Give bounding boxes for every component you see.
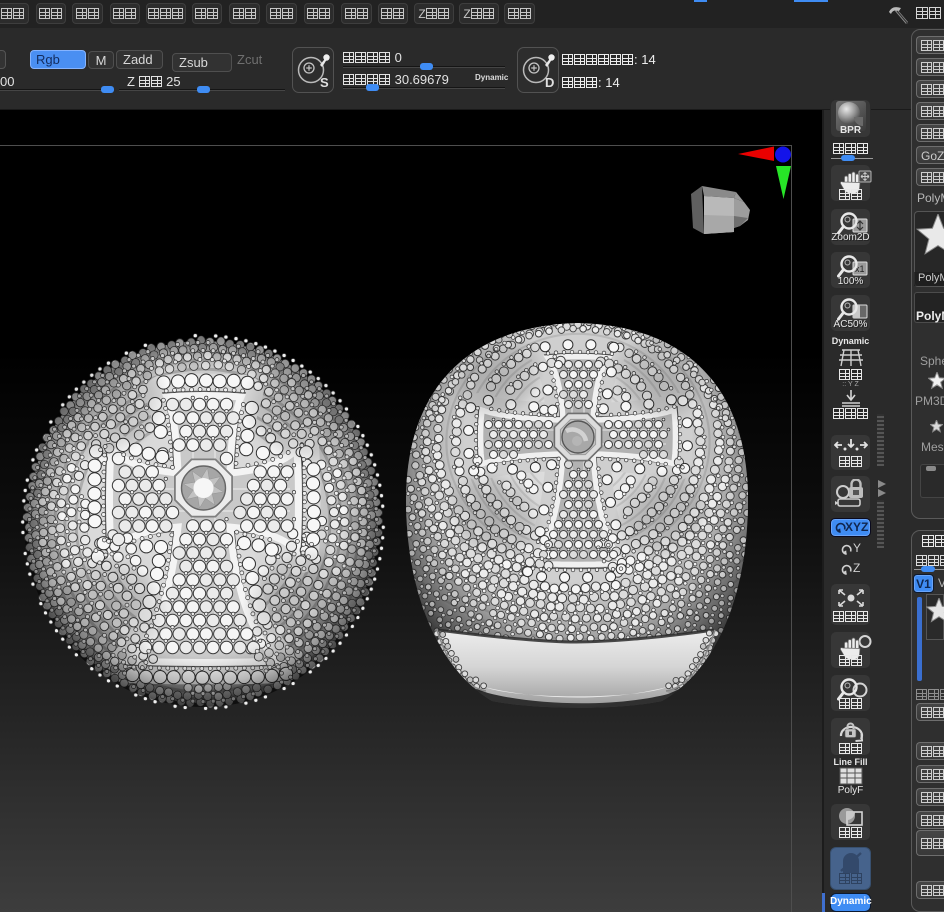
svg-text:S: S xyxy=(320,75,329,90)
svg-text:D: D xyxy=(545,75,554,90)
